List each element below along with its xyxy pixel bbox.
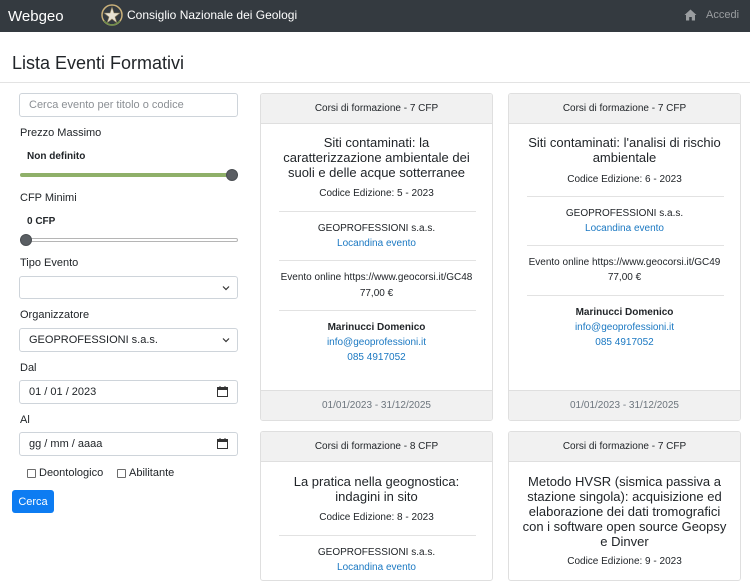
divider [527, 245, 724, 246]
event-price: 77,00 € [359, 288, 394, 299]
event-code: Codice Edizione: 9 - 2023 [567, 556, 682, 567]
organizzatore-select-value: GEOPROFESSIONI s.a.s. [29, 334, 158, 346]
tipo-select[interactable] [19, 276, 238, 299]
search-input[interactable]: Cerca evento per titolo o codice [19, 93, 238, 117]
divider [527, 196, 724, 197]
tipo-label: Tipo Evento [20, 257, 79, 269]
org-name[interactable]: Consiglio Nazionale dei Geologi [127, 8, 297, 22]
prezzo-slider-handle[interactable] [226, 169, 238, 181]
event-title: Metodo HVSR (sismica passiva a stazione … [522, 474, 727, 549]
event-card: Corsi di formazione - 7 CFP Metodo HVSR … [508, 431, 741, 581]
chevron-down-icon [222, 286, 230, 291]
divider [279, 260, 476, 261]
flyer-link[interactable]: Locandina evento [509, 223, 740, 234]
event-organizer: GEOPROFESSIONI s.a.s. [317, 223, 436, 234]
divider [527, 295, 724, 296]
emblem-icon [101, 4, 123, 26]
card-header: Corsi di formazione - 7 CFP [509, 432, 740, 462]
prezzo-label: Prezzo Massimo [20, 127, 102, 139]
event-code: Codice Edizione: 8 - 2023 [319, 512, 434, 523]
event-dates: 01/01/2023 - 31/12/2025 [261, 390, 492, 420]
card-header: Corsi di formazione - 7 CFP [261, 94, 492, 124]
event-code: Codice Edizione: 5 - 2023 [319, 188, 434, 199]
abilitante-label: Abilitante [129, 467, 175, 479]
event-dates: 01/01/2023 - 31/12/2025 [509, 390, 740, 420]
card-header: Corsi di formazione - 8 CFP [261, 432, 492, 462]
event-card: Corsi di formazione - 7 CFP Siti contami… [260, 93, 493, 421]
search-placeholder: Cerca evento per titolo o codice [29, 99, 184, 111]
organizzatore-label: Organizzatore [20, 309, 90, 321]
al-date-input[interactable]: gg / mm / aaaa [19, 432, 238, 456]
event-title: Siti contaminati: la caratterizzazione a… [283, 135, 470, 180]
event-organizer: GEOPROFESSIONI s.a.s. [565, 208, 684, 219]
divider [279, 535, 476, 536]
prezzo-slider[interactable] [20, 173, 238, 177]
divider [279, 211, 476, 212]
card-header: Corsi di formazione - 7 CFP [509, 94, 740, 124]
cfp-slider-handle[interactable] [20, 234, 32, 246]
al-label: Al [20, 414, 30, 426]
home-icon[interactable] [684, 9, 697, 21]
prezzo-value: Non definito [27, 151, 86, 162]
chevron-down-icon [222, 338, 230, 343]
contact-name: Marinucci Domenico [575, 307, 674, 318]
event-card: Corsi di formazione - 7 CFP Siti contami… [508, 93, 741, 421]
dal-label: Dal [20, 362, 37, 374]
login-link[interactable]: Accedi [706, 9, 739, 21]
event-location: Evento online https://www.geocorsi.it/GC… [528, 257, 721, 268]
divider [279, 310, 476, 311]
cfp-label: CFP Minimi [20, 192, 77, 204]
checkbox-box[interactable] [27, 468, 36, 478]
event-code: Codice Edizione: 6 - 2023 [567, 174, 682, 185]
flyer-link[interactable]: Locandina evento [261, 238, 492, 249]
contact-phone-link[interactable]: 085 4917052 [509, 337, 740, 348]
cerca-button[interactable]: Cerca [12, 490, 54, 513]
dal-date-input[interactable]: 01 / 01 / 2023 [19, 380, 238, 404]
dal-date-value: 01 / 01 / 2023 [29, 386, 97, 398]
contact-email-link[interactable]: info@geoprofessioni.it [509, 322, 740, 333]
title-divider [0, 82, 750, 83]
event-title: La pratica nella geognostica: indagini i… [293, 474, 460, 504]
calendar-icon[interactable] [217, 386, 228, 397]
flyer-link[interactable]: Locandina evento [261, 562, 492, 573]
contact-name: Marinucci Domenico [327, 322, 426, 333]
checkbox-box[interactable] [117, 468, 126, 478]
event-location: Evento online https://www.geocorsi.it/GC… [280, 272, 473, 283]
abilitante-checkbox[interactable]: Abilitante [117, 467, 174, 479]
event-organizer: GEOPROFESSIONI s.a.s. [317, 547, 436, 558]
al-date-value: gg / mm / aaaa [29, 438, 103, 450]
deontologico-checkbox[interactable]: Deontologico [27, 467, 103, 479]
organizzatore-select[interactable]: GEOPROFESSIONI s.a.s. [19, 328, 238, 352]
event-price: 77,00 € [607, 272, 642, 283]
brand-link[interactable]: Webgeo [8, 8, 64, 25]
cfp-value: 0 CFP [27, 216, 56, 227]
contact-phone-link[interactable]: 085 4917052 [261, 352, 492, 363]
event-card: Corsi di formazione - 8 CFP La pratica n… [260, 431, 493, 581]
event-title: Siti contaminati: l'analisi di rischio a… [528, 135, 721, 165]
cfp-slider[interactable] [20, 238, 238, 242]
page-title: Lista Eventi Formativi [12, 53, 185, 73]
deontologico-label: Deontologico [39, 467, 104, 479]
calendar-icon[interactable] [217, 438, 228, 449]
contact-email-link[interactable]: info@geoprofessioni.it [261, 337, 492, 348]
